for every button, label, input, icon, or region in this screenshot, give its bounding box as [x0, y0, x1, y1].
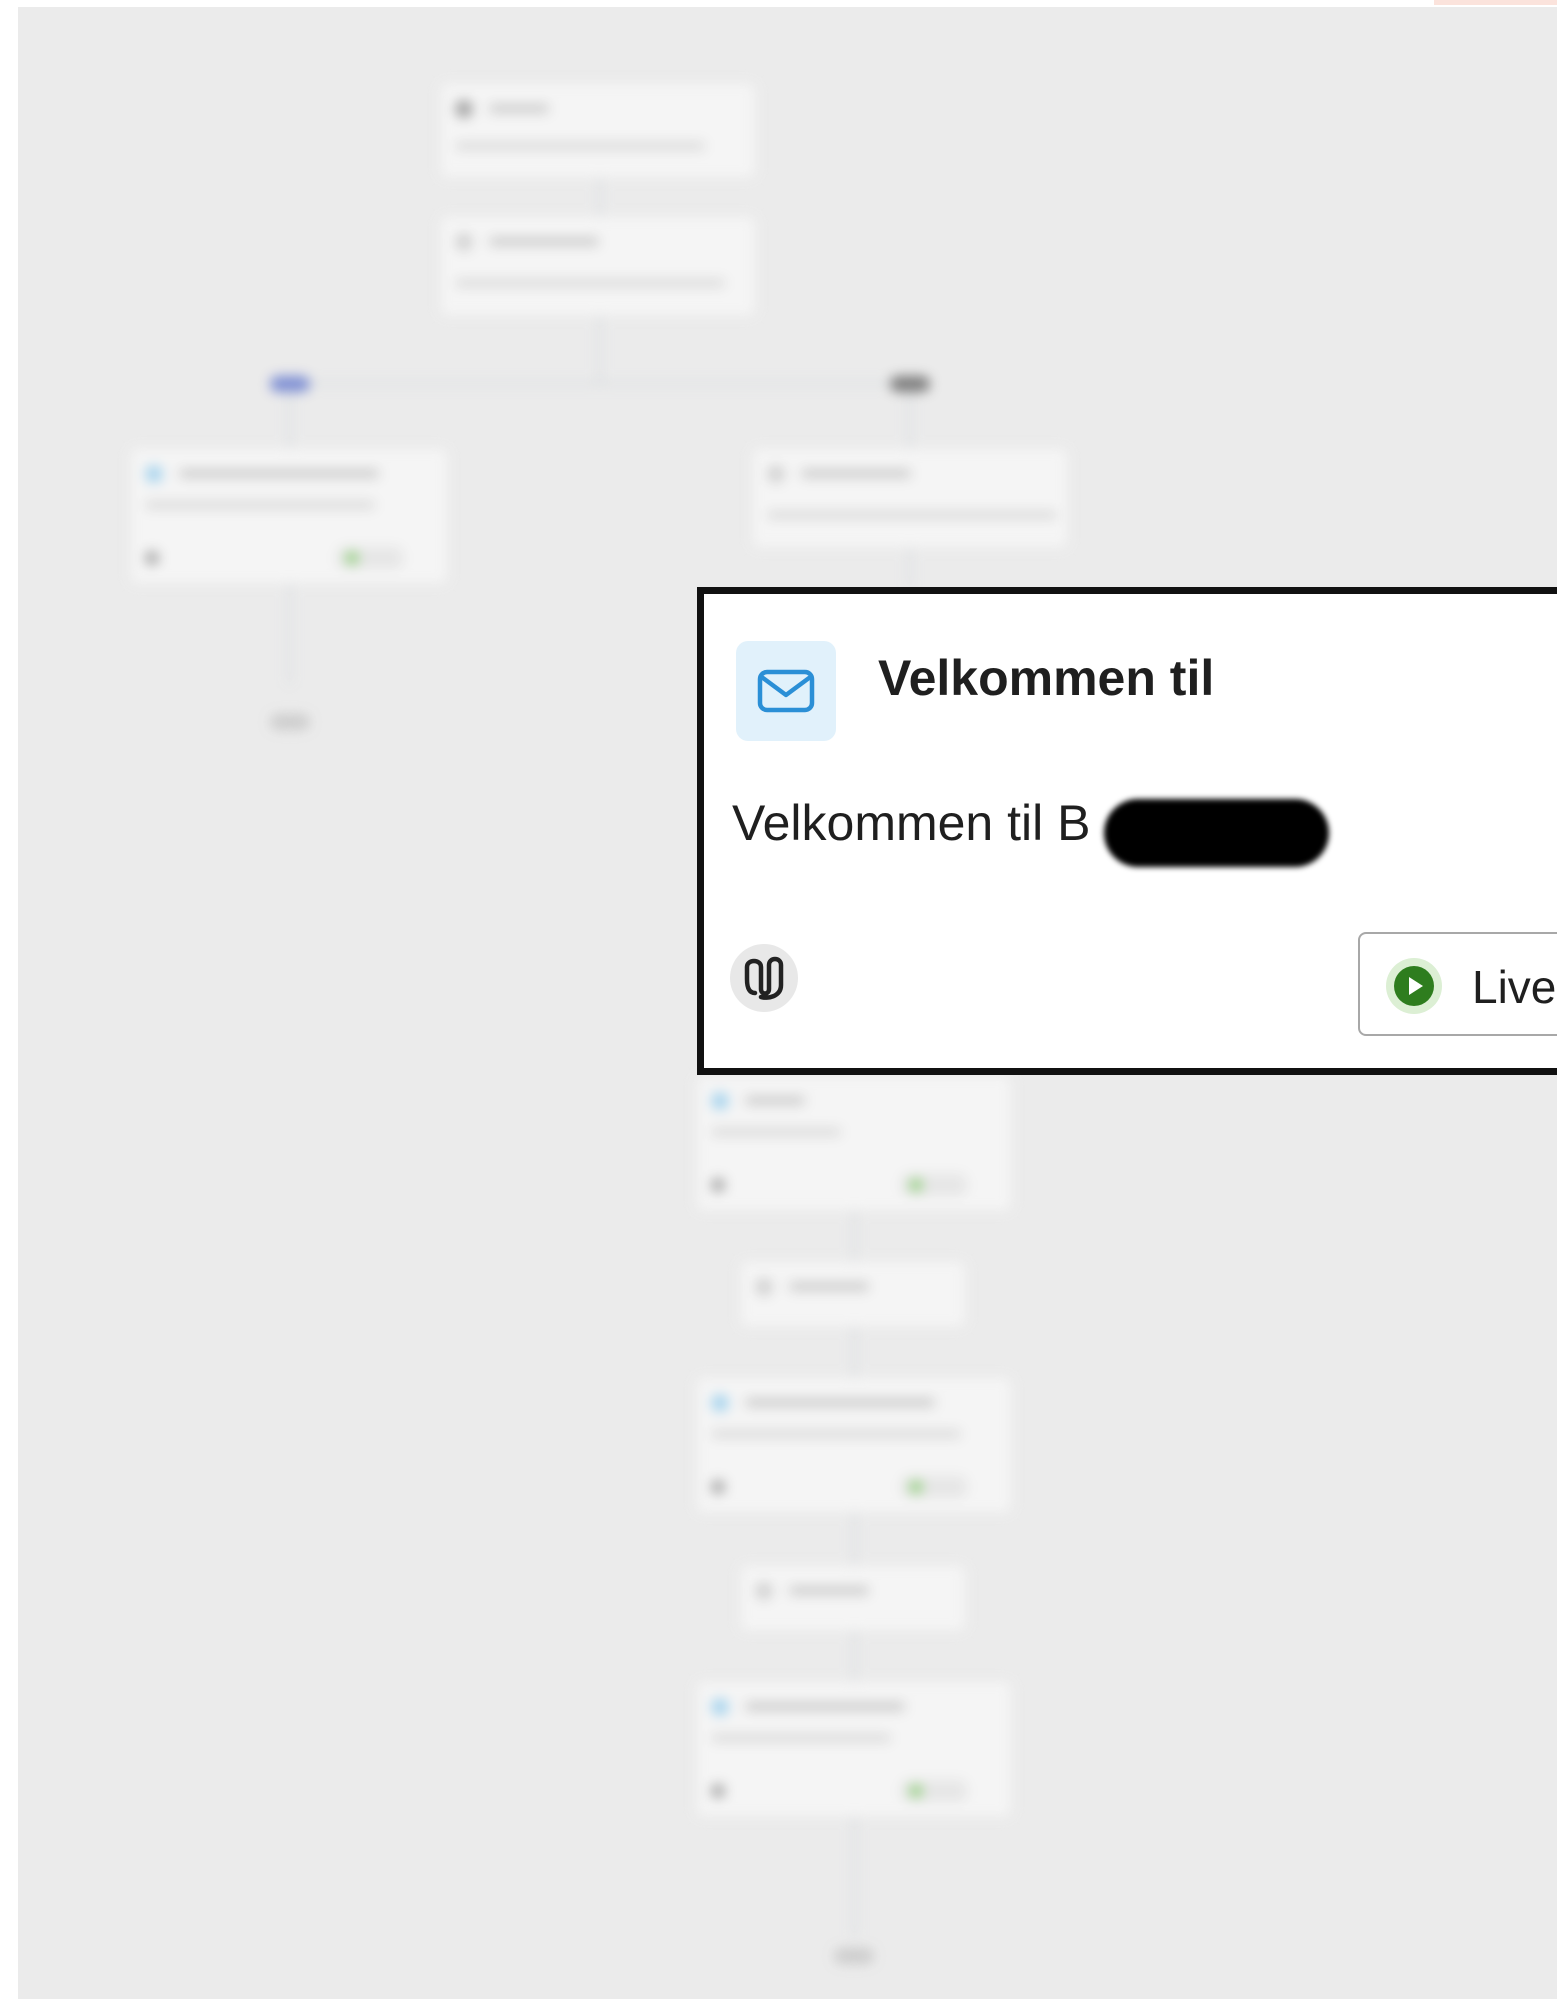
node-label-placeholder [789, 1282, 869, 1291]
node-title: Velkommen til [878, 650, 1215, 706]
paperclip-icon [711, 1480, 725, 1494]
flow-end-marker [834, 1948, 874, 1964]
wait-icon [755, 1582, 773, 1600]
node-description: Velkommen til B [732, 795, 1091, 851]
node-label-placeholder [489, 104, 549, 113]
flow-edge [853, 1513, 856, 1565]
node-desc-placeholder [455, 279, 725, 287]
node-label-placeholder [801, 469, 911, 478]
email-node-card[interactable]: Velkommen til Velkommen til B Live [697, 587, 1557, 1075]
node-desc-placeholder [711, 1128, 841, 1136]
mail-icon [711, 1698, 729, 1716]
node-label-placeholder [789, 1586, 869, 1595]
flow-edge [598, 178, 601, 216]
paperclip-icon [744, 956, 784, 1000]
flow-node [130, 448, 448, 584]
condition-icon [455, 233, 473, 251]
flow-node [696, 1075, 1012, 1211]
node-desc-placeholder [711, 1430, 961, 1438]
node-label-placeholder [745, 1096, 805, 1105]
node-desc-placeholder [455, 142, 705, 150]
status-pill [901, 1174, 967, 1196]
flow-edge [288, 392, 291, 448]
live-status-button[interactable]: Live [1358, 932, 1557, 1036]
flow-node [696, 1681, 1012, 1817]
trigger-icon [455, 100, 473, 118]
flow-edge [853, 1817, 856, 1937]
mail-icon [711, 1092, 729, 1110]
flow-node [740, 1565, 966, 1631]
mail-icon [145, 465, 163, 483]
paperclip-icon [711, 1178, 725, 1192]
wait-icon [755, 1278, 773, 1296]
paperclip-icon [145, 551, 159, 565]
flow-edge [908, 548, 911, 588]
paperclip-icon [711, 1784, 725, 1798]
node-label-placeholder [745, 1702, 905, 1711]
node-label-placeholder [179, 469, 379, 478]
flow-edge [290, 382, 910, 385]
status-pill [901, 1476, 967, 1498]
flow-edge [853, 1631, 856, 1681]
play-circle-icon [1386, 958, 1442, 1014]
flow-edge [288, 584, 291, 684]
mail-icon [711, 1394, 729, 1412]
flow-end-marker [270, 714, 310, 730]
node-desc-placeholder [711, 1734, 891, 1742]
node-label-placeholder [745, 1398, 935, 1407]
flow-node [740, 1261, 966, 1327]
flow-node [752, 448, 1068, 548]
flow-edge [853, 1327, 856, 1377]
flow-edge [853, 1211, 856, 1261]
branch-no-badge [890, 376, 930, 392]
redaction-mark [1104, 799, 1329, 867]
attachment-button[interactable] [730, 944, 798, 1012]
flow-node [696, 1377, 1012, 1513]
flow-node [440, 216, 756, 316]
flow-node [440, 83, 756, 178]
branch-yes-badge [270, 376, 310, 392]
flow-edge [598, 316, 601, 384]
flow-edge [908, 392, 911, 448]
status-pill [337, 547, 403, 569]
status-pill [901, 1780, 967, 1802]
node-desc-placeholder [145, 501, 375, 509]
node-label-placeholder [489, 237, 599, 246]
condition-icon [767, 465, 785, 483]
mail-icon [736, 641, 836, 741]
node-desc-placeholder [767, 511, 1057, 519]
live-status-label: Live [1472, 961, 1557, 1013]
